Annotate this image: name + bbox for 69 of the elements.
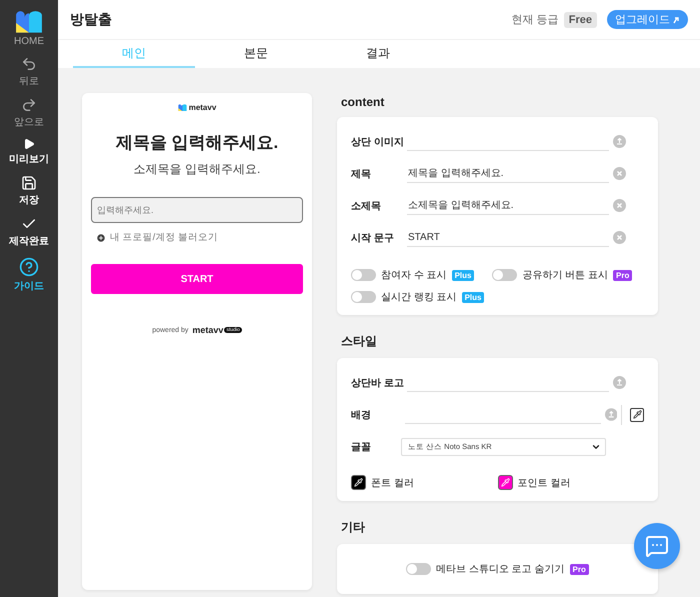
upload-icon[interactable]: [613, 376, 626, 389]
clear-icon[interactable]: [613, 167, 626, 180]
sidebar-button[interactable]: [23, 138, 35, 150]
color-swatch[interactable]: [351, 475, 366, 490]
grade-badge: Free: [564, 12, 597, 28]
section-title: 기타: [341, 519, 366, 536]
clear-icon[interactable]: [613, 231, 626, 244]
grade-label: 현재 등급: [512, 13, 559, 27]
pipette-icon: [354, 478, 363, 487]
toggle-label: 참여자 수 표시: [381, 269, 447, 282]
tab[interactable]: 결과: [317, 40, 439, 68]
field-label: 상단 이미지: [351, 136, 405, 148]
section-title: 스타일: [341, 333, 378, 350]
sidebar-label: 제작완료: [9, 234, 49, 248]
toggle-label: 공유하기 버튼 표시: [522, 269, 608, 282]
undo-icon: [21, 56, 37, 72]
sidebar-button[interactable]: [19, 256, 39, 277]
sidebar-label: 미리보기: [9, 152, 49, 166]
color-picker-button[interactable]: [630, 408, 644, 422]
tab[interactable]: 본문: [195, 40, 317, 68]
field-label: 상단바 로고: [351, 376, 405, 390]
plan-badge: Pro: [570, 564, 589, 574]
toggle-label: 메타브 스튜디오 로고 숨기기: [436, 563, 564, 576]
pipette-icon: [500, 478, 510, 487]
sidebar-button[interactable]: [21, 56, 37, 72]
color-label: 포인트 컬러: [518, 476, 570, 490]
field-label: 소제목: [351, 200, 382, 212]
play-icon: [23, 138, 35, 150]
plan-badge: Pro: [613, 270, 632, 280]
sidebar-label: 저장: [19, 194, 39, 207]
field-label: 글꼴: [351, 440, 372, 454]
toggle-switch[interactable]: [351, 269, 376, 281]
plan-badge: Plus: [462, 292, 484, 302]
page-title: 방탈출: [70, 10, 113, 28]
toggle-switch[interactable]: [351, 291, 376, 303]
redo-icon: [21, 96, 37, 113]
help-icon: [19, 256, 39, 277]
clear-icon[interactable]: [613, 199, 626, 212]
preview-title: 제목을 입력해주세요.: [116, 132, 278, 154]
sidebar-label: HOME: [14, 36, 44, 47]
sidebar-label: 앞으로: [14, 116, 44, 129]
sidebar-button[interactable]: [21, 96, 37, 113]
color-swatch[interactable]: [498, 475, 512, 490]
field-label: 배경: [351, 408, 372, 422]
chat-button[interactable]: [634, 523, 680, 569]
upload-icon[interactable]: [604, 408, 618, 421]
arrow-icon: [673, 16, 680, 24]
field-label: 시작 문구: [351, 232, 395, 244]
brand-text: metavv: [192, 325, 224, 335]
toggle-label: 실시간 랭킹 표시: [381, 291, 457, 304]
section-title: content: [341, 95, 386, 109]
logo-text: metavv: [188, 103, 216, 112]
upload-icon[interactable]: [613, 135, 626, 148]
logo-icon: [15, 10, 43, 34]
field-label: 제목: [351, 168, 372, 180]
sidebar-button[interactable]: [15, 10, 43, 34]
save-icon: [21, 174, 37, 191]
answer-field[interactable]: 입력해주세요.: [91, 197, 303, 223]
profile-link[interactable]: 내 프로필/계정 불러오기: [96, 231, 218, 244]
toggle-switch[interactable]: [492, 269, 518, 281]
preview-subtitle: 소제목을 입력해주세요.: [134, 161, 260, 178]
plan-badge: Plus: [452, 270, 474, 280]
plus-icon: [96, 232, 106, 242]
sidebar-label: 뒤로: [19, 74, 39, 88]
color-label: 폰트 컬러: [371, 476, 414, 490]
toggle-switch[interactable]: [406, 563, 432, 575]
sidebar-label: 가이드: [14, 280, 44, 293]
chat-icon: [645, 534, 669, 558]
logo-icon: [178, 104, 187, 112]
